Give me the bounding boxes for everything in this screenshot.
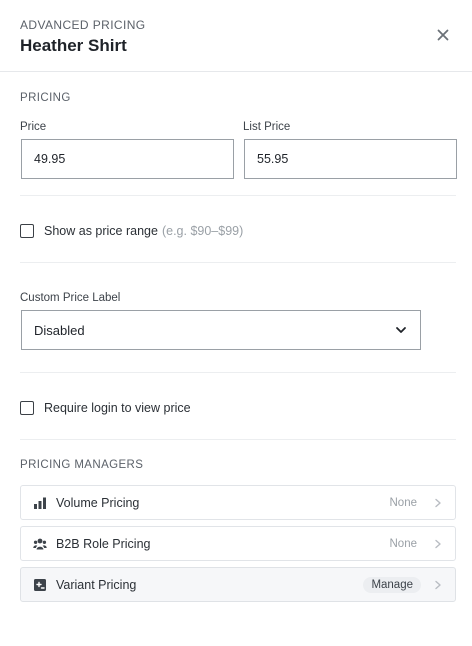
manage-badge: Manage [363, 576, 421, 593]
price-range-hint: (e.g. $90–$99) [161, 224, 244, 238]
manager-item-status: None [389, 537, 418, 550]
divider [20, 439, 456, 440]
variant-icon [33, 578, 47, 592]
price-range-row: Show as price range (e.g. $90–$99) [20, 224, 243, 238]
manager-item-label: Variant Pricing [56, 577, 137, 592]
divider [20, 262, 456, 263]
manager-item-status: None [389, 496, 418, 509]
panel-eyebrow: ADVANCED PRICING [20, 18, 146, 32]
divider [20, 195, 456, 196]
list-price-input[interactable]: 55.95 [244, 139, 457, 179]
panel-title: Heather Shirt [20, 36, 127, 55]
users-icon [33, 537, 47, 551]
divider [20, 372, 456, 373]
price-range-checkbox[interactable] [20, 224, 34, 238]
chevron-down-icon [396, 327, 406, 333]
custom-price-label-select[interactable]: Disabled [21, 310, 421, 350]
pricing-section-label: PRICING [20, 92, 71, 104]
bar-chart-icon [33, 496, 47, 510]
panel-header: ADVANCED PRICING Heather Shirt [0, 0, 472, 72]
chevron-right-icon [435, 539, 441, 548]
require-login-label[interactable]: Require login to view price [44, 401, 191, 415]
manager-item-label: B2B Role Pricing [56, 536, 151, 551]
require-login-checkbox[interactable] [20, 401, 34, 415]
manager-item-label: Volume Pricing [56, 495, 140, 510]
chevron-right-icon [435, 498, 441, 507]
pricing-managers-section-label: PRICING MANAGERS [20, 459, 144, 471]
close-button[interactable] [434, 26, 452, 44]
manager-item-variant-pricing[interactable]: Variant Pricing Manage [20, 567, 456, 602]
require-login-row: Require login to view price [20, 401, 191, 415]
manager-item-b2b-role-pricing[interactable]: B2B Role Pricing None [20, 526, 456, 561]
custom-price-label-value: Disabled [34, 322, 85, 338]
list-price-label: List Price [243, 121, 291, 133]
chevron-right-icon [435, 580, 441, 589]
price-label: Price [20, 121, 47, 133]
custom-price-label-label: Custom Price Label [20, 292, 121, 304]
manager-item-volume-pricing[interactable]: Volume Pricing None [20, 485, 456, 520]
close-icon [437, 29, 449, 41]
price-input[interactable]: 49.95 [21, 139, 234, 179]
price-range-label[interactable]: Show as price range [44, 224, 158, 238]
